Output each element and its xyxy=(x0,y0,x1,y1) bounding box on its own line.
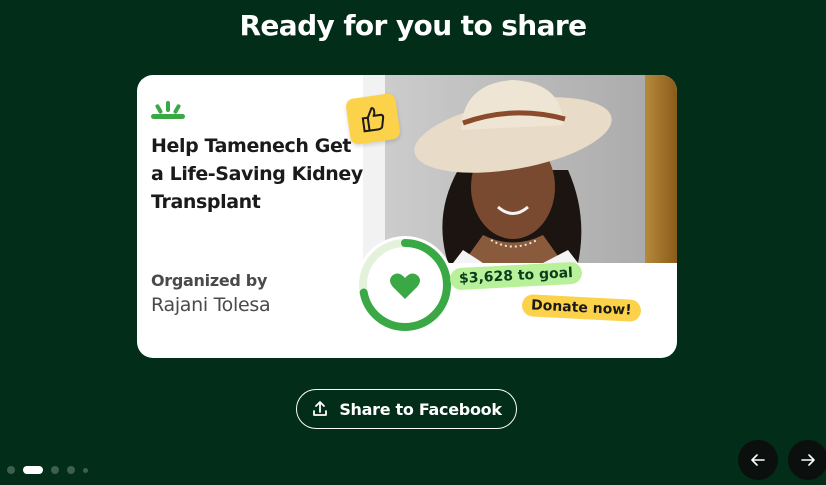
carousel-dot-active[interactable] xyxy=(23,466,43,474)
page-title: Ready for you to share xyxy=(239,9,587,42)
carousel-dot[interactable] xyxy=(67,466,75,474)
share-button-label: Share to Facebook xyxy=(339,399,502,419)
progress-ring xyxy=(353,233,457,341)
gofundme-sprout-icon xyxy=(151,101,185,125)
share-to-facebook-button[interactable]: Share to Facebook xyxy=(296,389,517,429)
arrow-left-icon xyxy=(750,452,766,468)
carousel-dot[interactable] xyxy=(7,466,15,474)
share-preview-card: Help Tamenech Get a Life-Saving Kidney T… xyxy=(137,75,677,358)
thumbs-up-icon xyxy=(345,92,401,146)
upload-icon xyxy=(311,400,329,418)
campaign-title: Help Tamenech Get a Life-Saving Kidney T… xyxy=(151,135,363,213)
organized-by-label: Organized by xyxy=(151,271,268,290)
carousel-dots xyxy=(7,466,88,474)
carousel-dot[interactable] xyxy=(83,467,88,473)
carousel-dot[interactable] xyxy=(51,466,59,474)
goal-badge: $3,628 to goal xyxy=(449,261,583,291)
carousel-next-button[interactable] xyxy=(788,440,826,480)
organizer-name: Rajani Tolesa xyxy=(151,294,271,316)
carousel-prev-button[interactable] xyxy=(738,440,778,480)
arrow-right-icon xyxy=(800,452,816,468)
donate-badge: Donate now! xyxy=(521,293,642,323)
